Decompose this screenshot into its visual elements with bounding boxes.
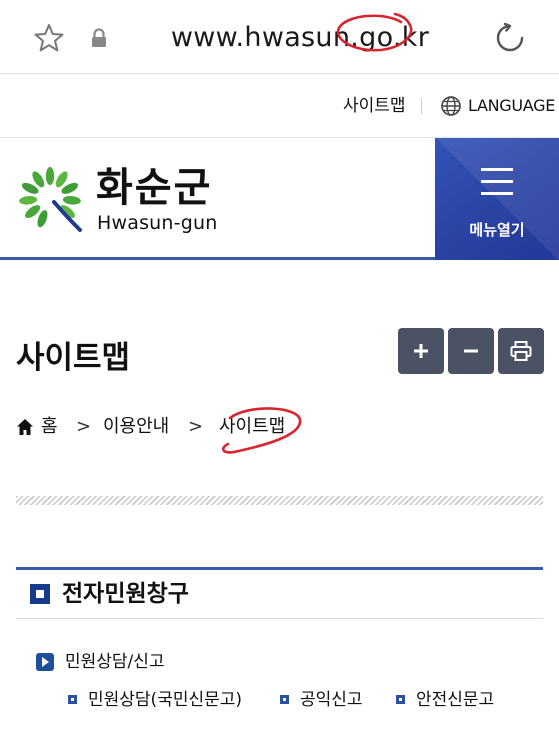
hatched-divider [16,496,543,505]
menu-open-label: 메뉴열기 [469,221,525,239]
logo-english-name: Hwasun-gun [97,212,218,234]
sub-link-label: 안전신문고 [416,690,495,710]
sub-link-label: 민원상담(국민신문고) [88,690,243,710]
home-icon[interactable] [16,418,34,436]
breadcrumb-separator: > [76,416,92,437]
sub-category-label: 민원상담/신고 [65,652,165,672]
browser-url-bar: www.hwasun.go.kr [0,0,559,74]
bookmark-star-icon[interactable] [33,22,65,54]
breadcrumb-current: 사이트맵 [219,416,286,437]
language-link[interactable]: LANGUAGE [468,94,555,118]
site-header: 화순군 Hwasun-gun 메뉴열기 [0,138,559,260]
page-title: 사이트맵 [16,340,131,376]
minus-icon [464,349,478,353]
lock-icon [92,28,106,47]
utility-bar: 사이트맵 LANGUAGE [0,74,559,138]
print-button[interactable] [498,328,544,374]
sub-link-list: 민원상담(국민신문고) 공익신고 안전신문고 [68,688,548,712]
sitemap-link[interactable]: 사이트맵 [343,94,406,118]
section-header: 전자민원창구 [16,567,543,619]
breadcrumb-separator: > [188,416,204,437]
site-logo[interactable]: 화순군 Hwasun-gun [14,164,229,240]
square-bullet-icon [68,695,77,704]
breadcrumb: 홈 > 이용안내 > 사이트맵 [16,414,416,440]
play-bullet-icon [36,653,54,671]
printer-icon [510,341,532,361]
hamburger-icon [481,168,513,196]
zoom-out-button[interactable] [448,328,494,374]
square-bullet-icon [396,695,405,704]
sub-link-label: 공익신고 [300,690,363,710]
globe-icon[interactable] [440,95,462,117]
section-title: 전자민원창구 [62,581,189,607]
url-text[interactable]: www.hwasun.go.kr [120,18,480,58]
breadcrumb-level1[interactable]: 이용안내 [103,414,169,440]
reload-icon[interactable] [494,22,526,54]
logo-emblem-icon [19,167,82,232]
utility-divider [421,98,422,114]
breadcrumb-home[interactable]: 홈 [41,414,58,440]
menu-open-button[interactable]: 메뉴열기 [435,138,559,260]
square-bullet-icon [280,695,289,704]
plus-icon [414,344,428,358]
logo-korean-name: 화순군 [96,165,213,211]
zoom-in-button[interactable] [398,328,444,374]
square-bullet-icon [30,584,50,604]
